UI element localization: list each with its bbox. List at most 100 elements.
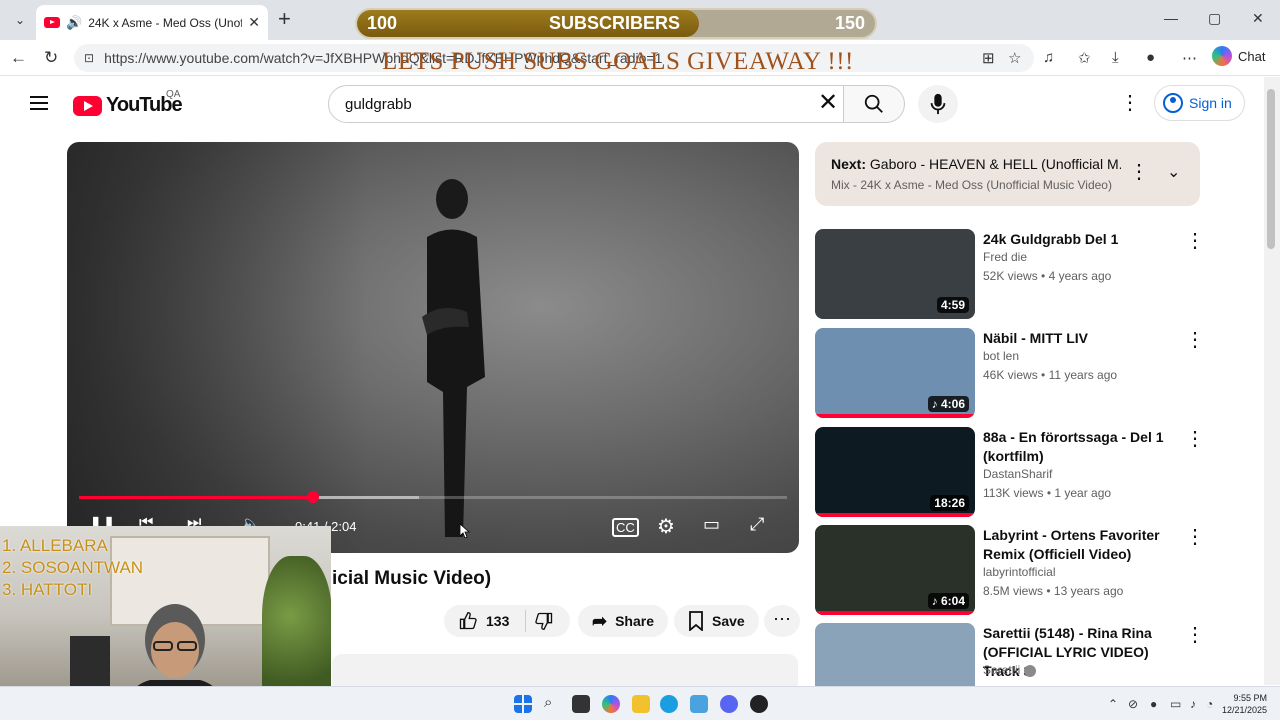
scrollbar-thumb[interactable] [1267,89,1275,249]
tray-mic-icon[interactable]: ● [1150,697,1157,711]
giveaway-banner: LETS PUSH SUBS GOALS GIVEAWAY !!! [382,48,854,75]
settings-gear-icon[interactable]: ⚙ [657,514,675,539]
up-next-title: Gaboro - HEAVEN & HELL (Unofficial M... [869,156,1121,172]
tray-display-icon[interactable]: ▭ [1170,697,1181,711]
back-arrow-icon[interactable]: ← [10,48,27,68]
like-dislike-group: 133 [444,605,570,637]
tab-title: 24K x Asme - Med Oss (Unofficial Music V… [88,15,243,30]
up-next-menu-icon[interactable]: ⋮ [1129,162,1149,182]
more-actions-icon[interactable]: ⋯ [764,605,800,637]
windows-start-icon[interactable] [514,695,532,713]
media-control-icon[interactable]: ♫ [1043,49,1054,66]
related-thumbnail[interactable]: ♪ 6:04 [815,525,975,615]
favorite-star-icon[interactable]: ☆ [1008,49,1021,67]
like-button[interactable]: 133 [458,611,509,631]
upload-age: 13 years ago [1053,584,1124,598]
site-info-icon[interactable]: ⊡ [84,51,94,65]
thumbs-down-icon[interactable] [534,611,554,631]
copilot-chat-button[interactable]: Chat [1212,46,1265,66]
minimize-button[interactable]: — [1164,10,1178,26]
share-arrow-icon: ➦ [592,610,608,631]
duration: 2:04 [331,519,357,534]
related-channel[interactable]: Sarettii [983,663,1037,677]
system-clock[interactable]: 9:55 PM 12/21/2025 [1222,692,1267,716]
new-tab-button[interactable]: + [278,8,291,30]
related-menu-icon[interactable]: ⋮ [1185,429,1205,449]
watch-progress-bar [815,414,975,418]
related-menu-icon[interactable]: ⋮ [1185,231,1205,251]
youtube-favicon-icon [44,17,60,28]
chevron-down-icon[interactable]: ⌄ [1167,162,1180,182]
app-available-icon[interactable]: ⊞ [982,49,995,67]
copilot-taskbar-icon[interactable] [602,695,620,713]
related-channel[interactable]: DastanSharif [983,467,1052,481]
search-button[interactable] [843,85,905,123]
task-view-icon[interactable] [572,695,590,713]
theater-mode-icon[interactable]: ▭ [703,514,720,535]
scrubber-handle[interactable] [306,491,319,503]
save-button[interactable]: Save [674,605,759,637]
settings-dots-icon[interactable]: ⋮ [1120,93,1140,113]
up-next-card[interactable]: Next: Gaboro - HEAVEN & HELL (Unofficial… [815,142,1200,206]
video-frame-shadow [67,142,367,553]
related-channel[interactable]: labyrintofficial [983,565,1055,579]
view-count: 8.5M views [983,584,1044,598]
related-title[interactable]: 24k Guldgrabb Del 1 [983,230,1181,249]
related-title[interactable]: 88a - En förortssaga - Del 1 (kortfilm) [983,428,1181,466]
fullscreen-icon[interactable]: ⤢ [750,514,764,535]
close-window-button[interactable]: ✕ [1252,10,1264,27]
sign-in-label: Sign in [1189,95,1232,111]
maximize-button[interactable]: ▢ [1208,10,1221,27]
reload-icon[interactable]: ↻ [44,48,58,68]
related-channel[interactable]: Fred die [983,250,1027,264]
related-title[interactable]: Näbil - MITT LIV [983,329,1181,348]
downloads-icon[interactable]: ⤓ [1112,49,1119,66]
tray-overflow-icon[interactable]: ⌃ [1108,697,1118,711]
edge-browser-icon[interactable] [660,695,678,713]
related-menu-icon[interactable]: ⋮ [1185,330,1205,350]
related-video-item[interactable]: ♪ 6:04 Labyrint - Ortens Favoriter Remix … [815,525,1205,617]
discord-icon[interactable] [720,695,738,713]
taskbar-search-icon[interactable]: ⌕ [544,694,552,711]
browser-menu-icon[interactable]: ⋯ [1182,49,1197,67]
tab-list-chevron-icon[interactable]: ⌄ [8,8,32,32]
profile-avatar-icon[interactable]: ● [1146,49,1155,66]
related-video-item[interactable]: ♪ 4:06 Näbil - MITT LIV bot len 46K views •… [815,328,1205,420]
captions-icon[interactable]: CC [612,518,639,537]
tray-app-icon[interactable]: ⊘ [1128,697,1138,711]
voice-search-button[interactable] [918,85,958,123]
related-thumbnail[interactable]: ♪ 4:06 [815,328,975,418]
related-video-item[interactable]: 18:26 88a - En förortssaga - Del 1 (kortf… [815,427,1205,519]
related-channel[interactable]: bot len [983,349,1019,363]
progress-bar[interactable] [79,491,787,503]
youtube-play-logo-icon [73,95,102,116]
related-title[interactable]: Labyrint - Ortens Favoriter Remix (Offic… [983,526,1181,564]
tray-network-icon[interactable]: ◔ [1206,697,1213,711]
channel-name: labyrintofficial [983,565,1056,579]
watch-progress-bar [815,513,975,517]
video-player[interactable]: ❚❚ ⏮ ⏭ 🔈 0:41 / 2:04 CC ⚙ ▭ ⤢ [67,142,799,553]
tray-volume-icon[interactable]: ♪ [1190,697,1196,711]
related-menu-icon[interactable]: ⋮ [1185,527,1205,547]
page-scrollbar[interactable] [1264,77,1280,685]
related-video-item[interactable]: 4:59 24k Guldgrabb Del 1 Fred die 52K views… [815,229,1205,321]
active-tab[interactable]: 🔊 24K x Asme - Med Oss (Unofficial Music… [36,5,268,40]
related-thumbnail[interactable]: 4:59 [815,229,975,319]
sign-in-button[interactable]: Sign in [1154,85,1245,121]
search-input[interactable]: guldgrabb [328,85,844,123]
obs-icon[interactable] [750,695,768,713]
duration-badge: 4:59 [936,297,969,313]
related-thumbnail[interactable]: 18:26 [815,427,975,517]
speaker-icon[interactable]: 🔊 [66,15,82,31]
share-button[interactable]: ➦ Share [578,605,669,637]
duration-badge: 18:26 [930,495,969,511]
app-icon[interactable] [690,695,708,713]
guide-menu-icon[interactable] [30,96,48,110]
winner-3: 3. HATTOTI [2,580,93,599]
clear-search-icon[interactable]: ✕ [818,91,838,115]
tab-close-icon[interactable]: ✕ [248,14,260,31]
favorites-icon[interactable]: ✩ [1078,49,1091,67]
screen: ⌄ 🔊 24K x Asme - Med Oss (Unofficial Mus… [0,0,1280,720]
file-explorer-icon[interactable] [632,695,650,713]
related-menu-icon[interactable]: ⋮ [1185,625,1205,645]
